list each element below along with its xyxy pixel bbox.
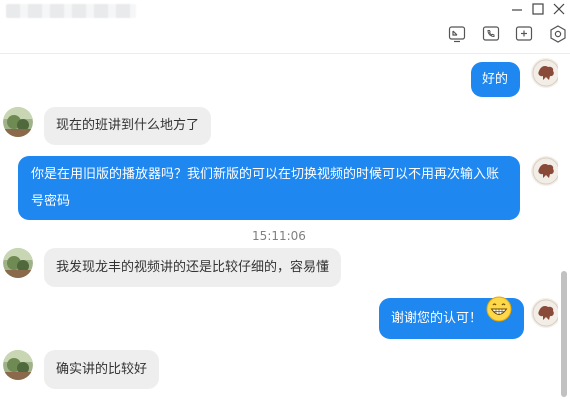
my-avatar[interactable] (531, 156, 558, 186)
message-bubble-sent[interactable]: 你是在用旧版的播放器吗？我们新版的可以在切换视频的时候可以不用再次输入账号密码 (18, 156, 520, 220)
message-text: 好的 (482, 72, 509, 87)
close-icon[interactable] (552, 2, 566, 16)
message-bubble-received[interactable]: 确实讲的比较好 (44, 350, 160, 389)
message-bubble-sent[interactable]: 谢谢您的认可！ (379, 296, 525, 339)
settings-hexagon-icon[interactable] (548, 24, 568, 44)
chat-scrollbar[interactable] (560, 55, 568, 405)
minimize-icon[interactable] (510, 2, 524, 16)
message-text: 确实讲的比较好 (56, 362, 148, 377)
my-avatar[interactable] (531, 58, 558, 88)
contact-avatar[interactable] (3, 107, 33, 137)
message-text: 谢谢您的认可！ (391, 311, 483, 326)
contact-avatar[interactable] (3, 248, 33, 278)
message-bubble-sent[interactable]: 好的 (471, 62, 520, 97)
message-timestamp: 15:11:06 (252, 229, 306, 243)
message-text: 你是在用旧版的播放器吗？我们新版的可以在切换视频的时候可以不用再次输入账号密码 (31, 167, 500, 209)
window-title-blurred (6, 4, 136, 18)
maximize-icon[interactable] (531, 2, 545, 16)
message-text: 我发现龙丰的视频讲的还是比较仔细的，容易懂 (56, 260, 330, 275)
title-bar (0, 0, 570, 20)
chat-toolbar (0, 20, 570, 54)
my-avatar[interactable] (531, 298, 558, 328)
scrollbar-thumb[interactable] (561, 271, 567, 397)
grinning-face-icon (486, 296, 512, 339)
message-bubble-received[interactable]: 现在的班讲到什么地方了 (44, 107, 212, 145)
message-bubble-received[interactable]: 我发现龙丰的视频讲的还是比较仔细的，容易懂 (44, 248, 342, 287)
phone-icon[interactable] (481, 24, 501, 44)
add-icon[interactable] (514, 24, 534, 44)
contact-avatar[interactable] (3, 350, 33, 380)
screen-share-icon[interactable] (447, 24, 467, 44)
chat-message-list: 好的 现在的班讲到什么地方了 你是在用旧版的播放器吗？我们新版的可以在切换视频的… (0, 55, 558, 409)
message-text: 现在的班讲到什么地方了 (56, 118, 200, 133)
